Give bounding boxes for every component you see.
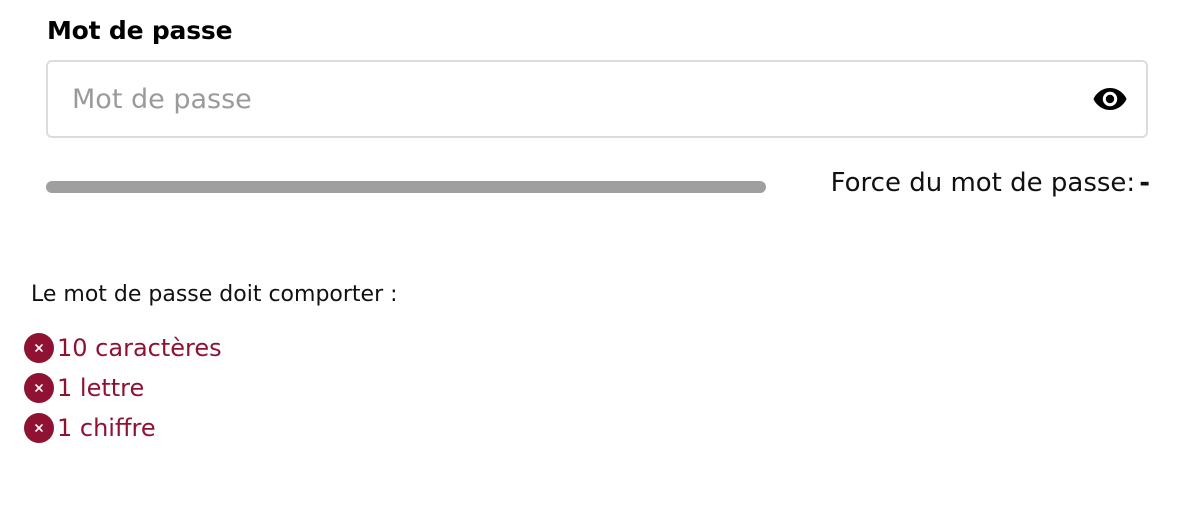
requirement-label: 1 lettre <box>57 374 145 402</box>
requirement-label: 1 chiffre <box>57 414 156 442</box>
requirement-min-length: 10 caractères <box>24 328 222 368</box>
x-circle-icon <box>24 413 54 443</box>
password-strength-bar <box>46 181 766 193</box>
strength-value: - <box>1139 168 1150 198</box>
x-circle-icon <box>24 333 54 363</box>
requirements-title: Le mot de passe doit comporter : <box>31 282 398 307</box>
requirement-digit: 1 chiffre <box>24 408 222 448</box>
strength-label: Force du mot de passe: <box>830 168 1136 198</box>
password-strength-indicator: Force du mot de passe: - <box>831 168 1150 198</box>
eye-icon[interactable] <box>1092 85 1128 113</box>
requirement-letter: 1 lettre <box>24 368 222 408</box>
password-input[interactable] <box>72 62 1052 136</box>
requirement-label: 10 caractères <box>57 334 222 362</box>
password-field[interactable] <box>46 60 1148 138</box>
password-form: Mot de passe Force du mot de passe: - Le … <box>0 0 1180 508</box>
password-label: Mot de passe <box>47 16 233 45</box>
x-circle-icon <box>24 373 54 403</box>
requirements-list: 10 caractères 1 lettre 1 chiffre <box>24 328 222 448</box>
